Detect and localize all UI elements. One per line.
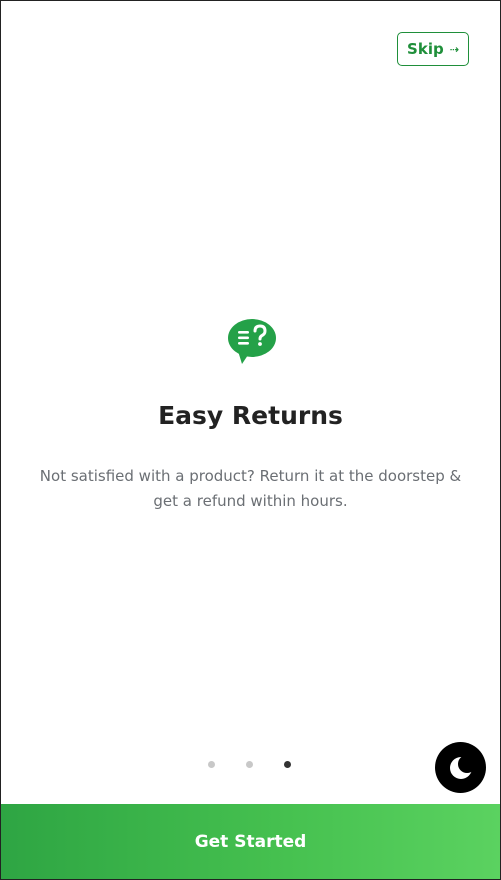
skip-label: Skip	[407, 40, 444, 58]
pagination-dot-3-active[interactable]	[284, 761, 291, 768]
pagination-dots	[208, 761, 291, 768]
theme-toggle-button[interactable]	[435, 742, 486, 793]
pagination-dot-1[interactable]	[208, 761, 215, 768]
moon-icon	[449, 754, 474, 779]
get-started-button[interactable]: Get Started	[1, 804, 500, 879]
pagination-dot-2[interactable]	[246, 761, 253, 768]
skip-button[interactable]: Skip ⇢	[397, 32, 469, 66]
slide-title: Easy Returns	[158, 401, 343, 430]
chat-question-icon	[228, 319, 276, 364]
onboarding-screen: Skip ⇢ Easy Returns Not satisfied with a…	[0, 0, 501, 880]
slide-description: Not satisfied with a product? Return it …	[39, 467, 462, 510]
arrow-right-icon: ⇢	[449, 42, 459, 56]
